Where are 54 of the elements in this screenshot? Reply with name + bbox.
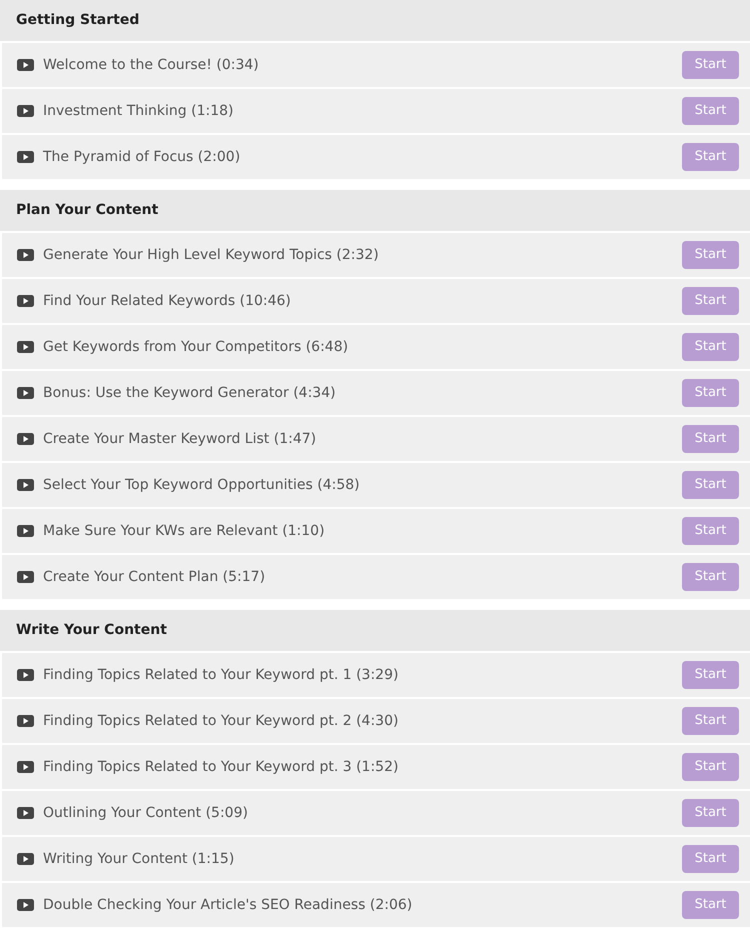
lesson-row[interactable]: Create Your Master Keyword List (1:47) Start	[2, 415, 750, 461]
lesson-title: The Pyramid of Focus (2:00)	[43, 148, 242, 166]
lesson-row[interactable]: Bonus: Use the Keyword Generator (4:34) Start	[2, 369, 750, 415]
section-title: Getting Started	[16, 11, 140, 30]
lesson-title: Investment Thinking (1:18)	[43, 102, 235, 120]
video-play-icon	[17, 341, 34, 353]
video-play-icon	[17, 669, 34, 681]
lesson-title: Outlining Your Content (5:09)	[43, 804, 249, 822]
video-play-icon	[17, 387, 34, 399]
lesson-title: Bonus: Use the Keyword Generator (4:34)	[43, 384, 337, 402]
lesson-title: Select Your Top Keyword Opportunities (4:58)	[43, 476, 361, 494]
section-title: Write Your Content	[16, 621, 167, 640]
lesson-title: Make Sure Your KWs are Relevant (1:10)	[43, 522, 326, 540]
video-play-icon	[17, 899, 34, 911]
lesson-title: Finding Topics Related to Your Keyword pt. 3 (1:52)	[43, 758, 400, 776]
lesson-row[interactable]: Select Your Top Keyword Opportunities (4:58) Start	[2, 461, 750, 507]
video-play-icon	[17, 59, 34, 71]
lesson-row[interactable]: Writing Your Content (1:15) Start	[2, 835, 750, 881]
lesson-row[interactable]: Outlining Your Content (5:09) Start	[2, 789, 750, 835]
video-play-icon	[17, 433, 34, 445]
lesson-title: Create Your Content Plan (5:17)	[43, 568, 266, 586]
lesson-row[interactable]: Finding Topics Related to Your Keyword pt. 2 (4:30) Start	[2, 697, 750, 743]
lesson-row[interactable]: Finding Topics Related to Your Keyword pt. 1 (3:29) Start	[2, 651, 750, 697]
video-play-icon	[17, 249, 34, 261]
lesson-row[interactable]: Make Sure Your KWs are Relevant (1:10) Start	[2, 507, 750, 553]
video-play-icon	[17, 853, 34, 865]
lesson-row[interactable]: Create Your Content Plan (5:17) Start	[2, 553, 750, 599]
lesson-title: Double Checking Your Article's SEO Readiness (2:06)	[43, 896, 414, 914]
video-play-icon	[17, 571, 34, 583]
video-play-icon	[17, 525, 34, 537]
video-play-icon	[17, 151, 34, 163]
video-play-icon	[17, 295, 34, 307]
video-play-icon	[17, 479, 34, 491]
section-title: Plan Your Content	[16, 201, 158, 220]
video-play-icon	[17, 715, 34, 727]
lesson-title: Create Your Master Keyword List (1:47)	[43, 430, 318, 448]
lesson-row[interactable]: Find Your Related Keywords (10:46) Start	[2, 277, 750, 323]
lesson-row[interactable]: Investment Thinking (1:18) Start	[2, 87, 750, 133]
video-play-icon	[17, 761, 34, 773]
lesson-row[interactable]: Get Keywords from Your Competitors (6:48) Start	[2, 323, 750, 369]
lesson-title: Get Keywords from Your Competitors (6:48)	[43, 338, 350, 356]
lesson-row[interactable]: Welcome to the Course! (0:34) Start	[2, 41, 750, 87]
lesson-title: Finding Topics Related to Your Keyword pt. 2 (4:30)	[43, 712, 400, 730]
lesson-title: Finding Topics Related to Your Keyword pt. 1 (3:29)	[43, 666, 400, 684]
lesson-title: Generate Your High Level Keyword Topics (2:32)	[43, 246, 380, 264]
lesson-title: Welcome to the Course! (0:34)	[43, 56, 260, 74]
video-play-icon	[17, 807, 34, 819]
lesson-row[interactable]: Generate Your High Level Keyword Topics (2:32) Start	[2, 231, 750, 277]
lesson-row[interactable]: Finding Topics Related to Your Keyword pt. 3 (1:52) Start	[2, 743, 750, 789]
lesson-title: Find Your Related Keywords (10:46)	[43, 292, 292, 310]
lesson-row[interactable]: The Pyramid of Focus (2:00) Start	[2, 133, 750, 179]
lesson-row[interactable]: Double Checking Your Article's SEO Readiness (2:06) Start	[2, 881, 750, 927]
lesson-title: Writing Your Content (1:15)	[43, 850, 236, 868]
video-play-icon	[17, 105, 34, 117]
